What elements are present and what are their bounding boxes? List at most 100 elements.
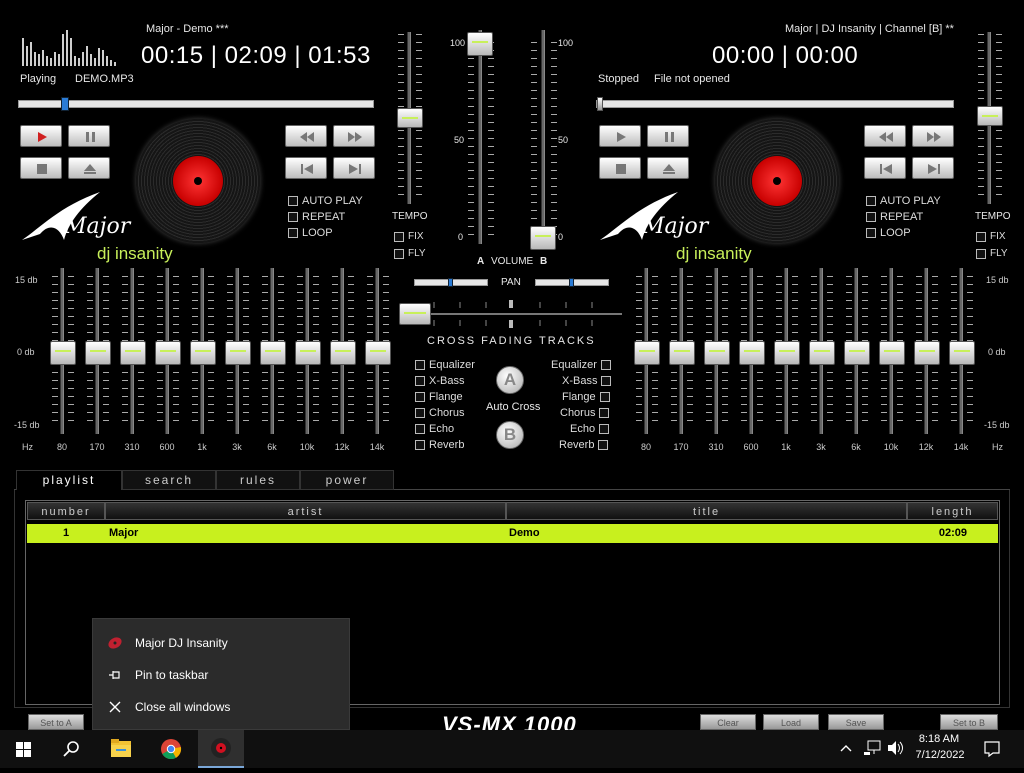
search-icon — [63, 741, 79, 757]
dj-app-taskbar-button[interactable] — [198, 730, 244, 768]
volume-b-track[interactable] — [541, 30, 545, 244]
eq-b-band-thumb[interactable] — [914, 341, 940, 365]
deck-b-position-slider[interactable] — [596, 100, 954, 108]
deck-b-next-button[interactable] — [912, 157, 954, 179]
notifications-icon[interactable] — [982, 739, 1002, 759]
eq-a-band-thumb[interactable] — [260, 341, 286, 365]
eq-b-band-thumb[interactable] — [844, 341, 870, 365]
tempo-b-thumb[interactable] — [977, 106, 1003, 126]
effect-a-flange[interactable]: Flange — [415, 391, 463, 403]
tempo-a-fix-checkbox[interactable]: FIX — [394, 231, 424, 242]
context-item-app[interactable]: Major DJ Insanity — [93, 628, 351, 658]
effect-b-equalizer[interactable]: Equalizer — [551, 359, 611, 371]
effect-b-echo[interactable]: Echo — [570, 423, 610, 435]
crossfader-thumb[interactable] — [399, 303, 431, 325]
eq-b-band-thumb[interactable] — [879, 341, 905, 365]
tempo-a-fly-checkbox[interactable]: FLY — [394, 248, 426, 259]
effect-b-flange[interactable]: Flange — [562, 391, 610, 403]
deck-a-position-thumb[interactable] — [60, 97, 69, 111]
effect-b-chorus[interactable]: Chorus — [560, 407, 610, 419]
eq-b-band-thumb[interactable] — [634, 341, 660, 365]
deck-b-play-button[interactable] — [599, 125, 641, 147]
context-item-close-all[interactable]: Close all windows — [93, 692, 351, 722]
eq-b-band-thumb[interactable] — [949, 341, 975, 365]
eq-b-band-thumb[interactable] — [774, 341, 800, 365]
effect-a-chorus[interactable]: Chorus — [415, 407, 464, 419]
deck-b-position-thumb[interactable] — [597, 97, 603, 111]
deck-b-autoplay-checkbox[interactable]: AUTO PLAY — [866, 195, 941, 207]
volume-a-track[interactable] — [478, 30, 482, 244]
effect-a-equalizer[interactable]: Equalizer — [415, 359, 475, 371]
tab-power[interactable]: power — [300, 470, 394, 490]
eq-a-band-thumb[interactable] — [330, 341, 356, 365]
context-item-pin[interactable]: Pin to taskbar — [93, 660, 351, 690]
deck-a-rewind-button[interactable] — [285, 125, 327, 147]
deck-a-loop-checkbox[interactable]: LOOP — [288, 227, 333, 239]
effect-a-echo[interactable]: Echo — [415, 423, 454, 435]
deck-b-previous-button[interactable] — [864, 157, 906, 179]
volume-icon[interactable] — [886, 739, 906, 757]
deck-b-loop-checkbox[interactable]: LOOP — [866, 227, 911, 239]
eq-a-band-thumb[interactable] — [225, 341, 251, 365]
tab-rules[interactable]: rules — [216, 470, 300, 490]
clock-date[interactable]: 7/12/2022 — [912, 749, 968, 761]
column-header-artist[interactable]: artist — [105, 502, 506, 520]
eq-b-band-thumb[interactable] — [704, 341, 730, 365]
volume-b-thumb[interactable] — [530, 226, 556, 250]
eq-a-band-thumb[interactable] — [50, 341, 76, 365]
deck-b-eject-button[interactable] — [647, 157, 689, 179]
deck-a-position-slider[interactable] — [18, 100, 374, 108]
effect-b-xbass[interactable]: X-Bass — [562, 375, 612, 387]
eq-a-band-thumb[interactable] — [85, 341, 111, 365]
eq-b-band-thumb[interactable] — [669, 341, 695, 365]
deck-b-forward-button[interactable] — [912, 125, 954, 147]
deck-a-eject-button[interactable] — [68, 157, 110, 179]
deck-a-repeat-checkbox[interactable]: REPEAT — [288, 211, 345, 223]
tab-search[interactable]: search — [122, 470, 216, 490]
column-header-number[interactable]: number — [27, 502, 105, 520]
deck-a-forward-button[interactable] — [333, 125, 375, 147]
tempo-b-fix-checkbox[interactable]: FIX — [976, 231, 1006, 242]
deck-a-play-button[interactable] — [20, 125, 62, 147]
deck-b-pause-button[interactable] — [647, 125, 689, 147]
effect-a-reverb[interactable]: Reverb — [415, 439, 464, 451]
auto-cross-a-button[interactable]: A — [496, 366, 524, 394]
tab-playlist[interactable]: playlist — [16, 470, 122, 490]
network-icon[interactable] — [862, 739, 882, 757]
deck-a-pause-button[interactable] — [68, 125, 110, 147]
chrome-button[interactable] — [148, 730, 194, 768]
show-hidden-icons-chevron-up-icon[interactable] — [838, 739, 854, 757]
auto-cross-b-button[interactable]: B — [496, 421, 524, 449]
volume-a-thumb[interactable] — [467, 32, 493, 56]
effect-a-xbass[interactable]: X-Bass — [415, 375, 464, 387]
eq-a-band-thumb[interactable] — [295, 341, 321, 365]
deck-a-previous-button[interactable] — [285, 157, 327, 179]
deck-a-stop-button[interactable] — [20, 157, 62, 179]
eq-a-band-thumb[interactable] — [120, 341, 146, 365]
eq-a-band-thumb[interactable] — [190, 341, 216, 365]
crossfader-track[interactable] — [400, 298, 622, 330]
deck-a-autoplay-checkbox[interactable]: AUTO PLAY — [288, 195, 363, 207]
eq-a-band-thumb[interactable] — [155, 341, 181, 365]
pan-b-thumb[interactable] — [569, 278, 574, 287]
deck-b-stop-button[interactable] — [599, 157, 641, 179]
effect-b-reverb[interactable]: Reverb — [559, 439, 609, 451]
clock-time[interactable]: 8:18 AM — [914, 733, 964, 745]
tempo-a-thumb[interactable] — [397, 108, 423, 128]
tempo-b-fly-checkbox[interactable]: FLY — [976, 248, 1008, 259]
search-button[interactable] — [48, 730, 94, 768]
deck-b-repeat-checkbox[interactable]: REPEAT — [866, 211, 923, 223]
eq-b-band-thumb[interactable] — [809, 341, 835, 365]
deck-b-vinyl-record[interactable] — [715, 119, 839, 243]
file-explorer-button[interactable] — [98, 730, 144, 768]
column-header-length[interactable]: length — [907, 502, 998, 520]
eq-a-band-thumb[interactable] — [365, 341, 391, 365]
deck-a-vinyl-record[interactable] — [136, 119, 260, 243]
pan-a-thumb[interactable] — [448, 278, 453, 287]
column-header-title[interactable]: title — [506, 502, 907, 520]
eq-b-band-thumb[interactable] — [739, 341, 765, 365]
skip-next-icon — [928, 164, 940, 174]
deck-a-next-button[interactable] — [333, 157, 375, 179]
start-button[interactable] — [0, 730, 46, 768]
deck-b-rewind-button[interactable] — [864, 125, 906, 147]
